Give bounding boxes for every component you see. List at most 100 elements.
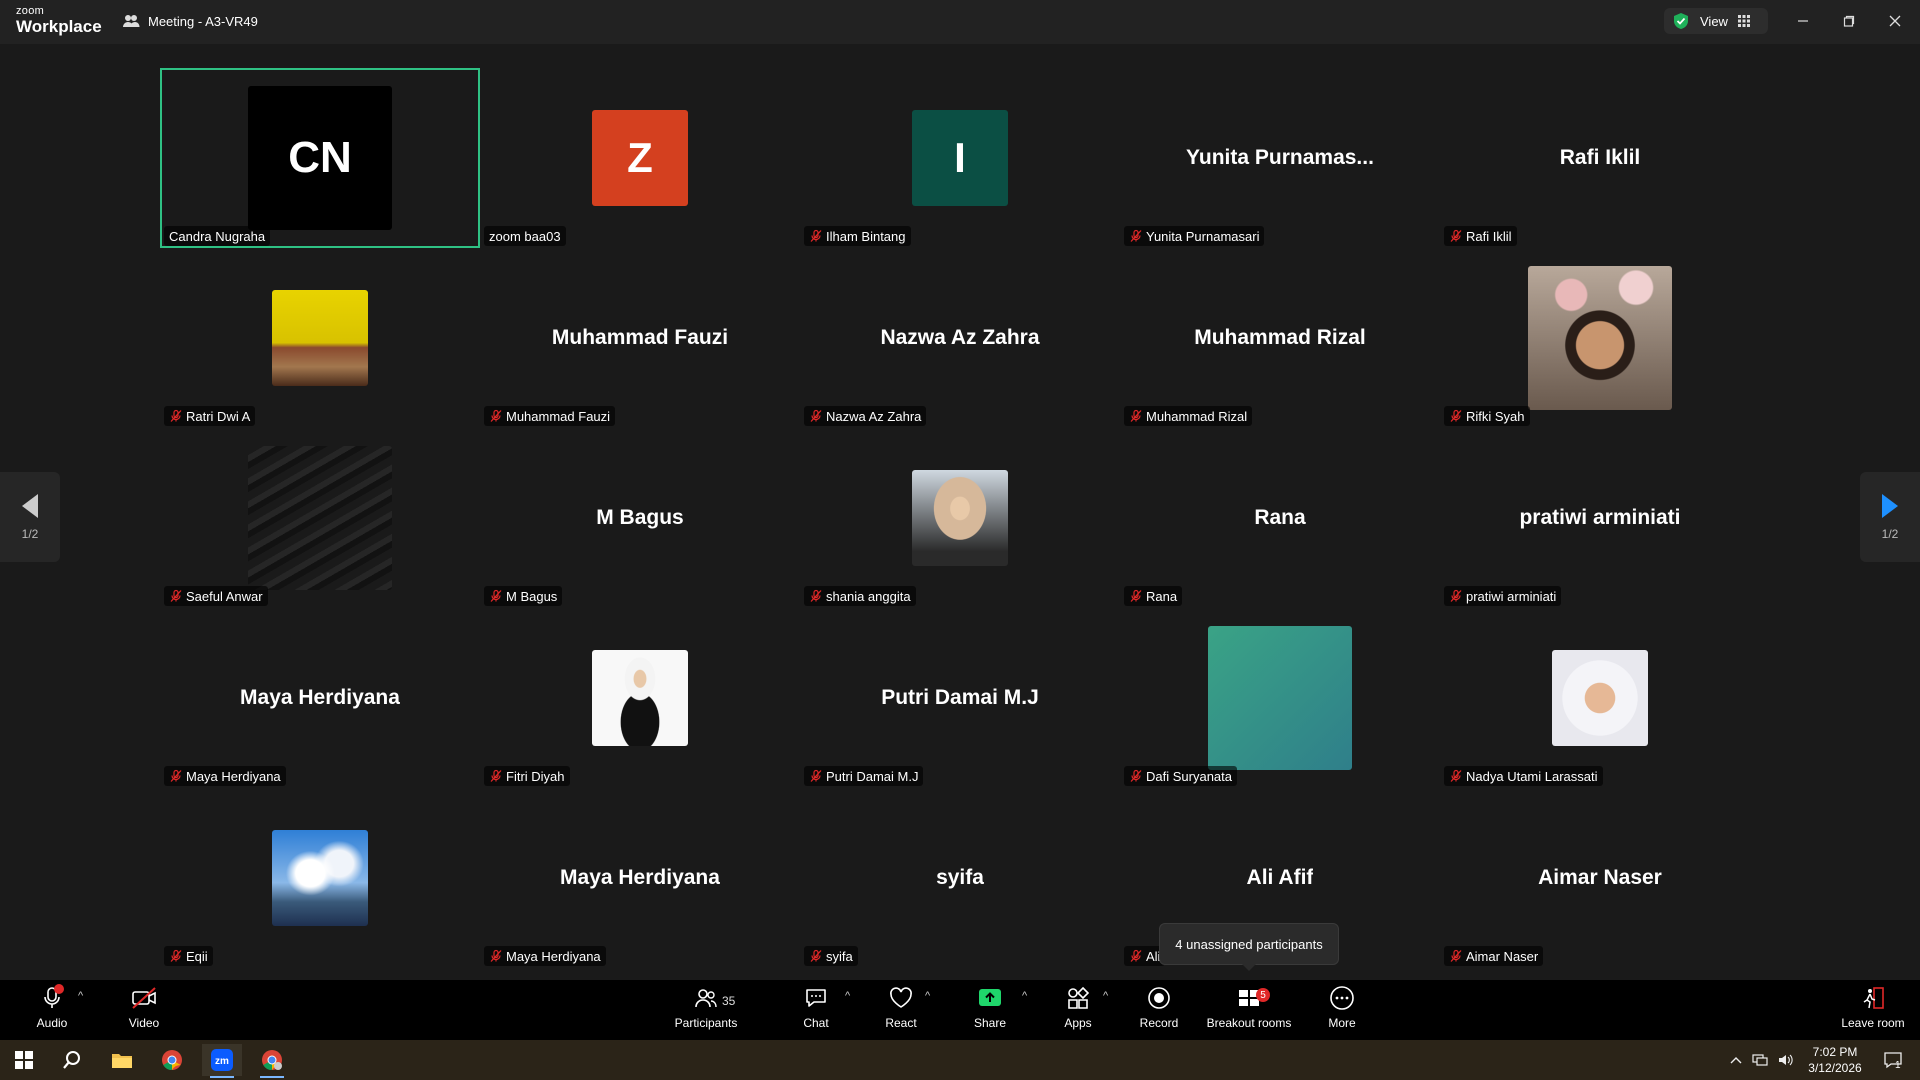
tooltip-text: 4 unassigned participants — [1175, 936, 1323, 952]
participant-tile[interactable]: Maya Herdiyana Maya Herdiyana — [480, 788, 800, 968]
participants-button[interactable]: Participants — [672, 984, 740, 1038]
participant-name: Saeful Anwar — [186, 588, 263, 604]
restore-button[interactable] — [1832, 8, 1866, 34]
participant-tile[interactable]: Zzoom baa03 — [480, 68, 800, 248]
participant-tile[interactable]: Muhammad Fauzi Muhammad Fauzi — [480, 248, 800, 428]
muted-mic-icon — [1130, 949, 1142, 962]
muted-mic-icon — [1450, 409, 1462, 422]
participant-display-name: Putri Damai M.J — [881, 686, 1039, 709]
breakout-rooms-button[interactable]: Breakout rooms — [1202, 984, 1296, 1038]
heart-icon — [890, 987, 912, 1008]
participants-icon — [695, 989, 717, 1008]
network-icon[interactable] — [1752, 1053, 1768, 1067]
leave-room-button[interactable]: Leave room — [1836, 984, 1910, 1038]
participant-tile[interactable]: Eqii — [160, 788, 480, 968]
share-label: Share — [973, 1016, 1007, 1030]
apps-options-caret[interactable]: ^ — [1103, 990, 1108, 1002]
next-page-button[interactable]: 1/2 — [1860, 472, 1920, 562]
more-button[interactable]: More — [1322, 984, 1362, 1038]
participant-display-name: pratiwi arminiati — [1519, 506, 1681, 529]
participant-tile[interactable]: Rifki Syah — [1440, 248, 1760, 428]
participant-tile[interactable]: Rana Rana — [1120, 428, 1440, 608]
meeting-title[interactable]: Meeting - A3-VR49 — [122, 12, 258, 30]
audio-label: Audio — [36, 1016, 68, 1030]
participant-tile[interactable]: Fitri Diyah — [480, 608, 800, 788]
participant-tile[interactable]: Saeful Anwar — [160, 428, 480, 608]
participant-tile[interactable]: CN Candra Nugraha — [160, 68, 480, 248]
participant-name-tag: shania anggita — [804, 586, 916, 606]
participant-display-name: Muhammad Rizal — [1194, 326, 1366, 349]
react-options-caret[interactable]: ^ — [925, 990, 930, 1002]
audio-options-caret[interactable]: ^ — [78, 990, 83, 1002]
participant-tile[interactable]: shania anggita — [800, 428, 1120, 608]
participant-name: Aimar Naser — [1466, 948, 1539, 964]
shield-check-icon — [1674, 13, 1688, 29]
apps-button[interactable]: Apps — [1058, 984, 1098, 1038]
close-button[interactable] — [1878, 8, 1912, 34]
tile-content: Rana — [1120, 428, 1440, 608]
participant-name: Rafi Iklil — [1466, 228, 1512, 244]
page-indicator-left: 1/2 — [21, 527, 39, 541]
participant-tile[interactable]: pratiwi arminiati pratiwi arminiati — [1440, 428, 1760, 608]
apps-label: Apps — [1064, 1016, 1092, 1030]
chrome-profile-button[interactable] — [252, 1044, 292, 1078]
participant-tile[interactable]: Nazwa Az Zahra Nazwa Az Zahra — [800, 248, 1120, 428]
participant-tile[interactable]: Rafi Iklil Rafi Iklil — [1440, 68, 1760, 248]
muted-mic-icon — [1450, 589, 1462, 602]
search-taskbar-button[interactable] — [52, 1044, 92, 1076]
participant-tile[interactable]: Maya Herdiyana Maya Herdiyana — [160, 608, 480, 788]
video-label: Video — [128, 1016, 160, 1030]
participant-tile[interactable]: Nadya Utami Larassati — [1440, 608, 1760, 788]
notification-center-button[interactable]: 1 — [1880, 1048, 1906, 1072]
participant-tile[interactable]: M Bagus M Bagus — [480, 428, 800, 608]
video-button[interactable]: Video — [124, 984, 164, 1038]
people-icon — [123, 15, 140, 27]
chevron-left-icon — [22, 494, 38, 518]
participant-display-name: Muhammad Fauzi — [551, 326, 729, 349]
muted-mic-icon — [1450, 229, 1462, 242]
video-gallery: CN Candra Nugraha Zzoom baa03 I Ilham Bintan… — [160, 68, 1760, 980]
participant-tile[interactable]: Aimar Naser Aimar Naser — [1440, 788, 1760, 968]
start-button[interactable] — [4, 1044, 44, 1076]
participant-name: pratiwi arminiati — [1466, 588, 1557, 604]
breakout-tooltip: 4 unassigned participants — [1159, 923, 1339, 971]
muted-mic-icon — [1130, 229, 1142, 242]
participant-tile[interactable]: I Ilham Bintang — [800, 68, 1120, 248]
record-icon — [1148, 987, 1170, 1009]
chat-button[interactable]: Chat — [796, 984, 836, 1038]
muted-mic-icon — [1130, 409, 1142, 422]
participant-tile[interactable]: Ratri Dwi A — [160, 248, 480, 428]
taskbar-clock[interactable]: 7:02 PM 3/12/2026 — [1800, 1044, 1870, 1076]
participant-tile[interactable]: Dafi Suryanata — [1120, 608, 1440, 788]
speaker-icon[interactable] — [1778, 1053, 1794, 1067]
participant-tile[interactable]: syifa syifa — [800, 788, 1120, 968]
share-button[interactable]: Share — [970, 984, 1010, 1038]
tile-content: pratiwi arminiati — [1440, 428, 1760, 608]
participant-name-tag: Muhammad Fauzi — [484, 406, 616, 426]
record-button[interactable]: Record — [1138, 984, 1180, 1038]
audio-button[interactable]: Audio — [32, 984, 72, 1038]
participant-tile[interactable]: Muhammad Rizal Muhammad Rizal — [1120, 248, 1440, 428]
participant-photo — [1552, 650, 1648, 746]
microphone-icon — [44, 984, 64, 1008]
more-icon — [1330, 986, 1354, 1010]
participant-tile[interactable]: Putri Damai M.J Putri Damai M.J — [800, 608, 1120, 788]
chrome-button[interactable] — [152, 1044, 192, 1076]
zoom-taskbar-button[interactable]: zm — [202, 1044, 242, 1078]
previous-page-button[interactable]: 1/2 — [0, 472, 60, 562]
participant-name: Muhammad Fauzi — [506, 408, 611, 424]
participant-name-tag: Fitri Diyah — [484, 766, 570, 786]
participant-tile[interactable]: Yunita Purnamas... Yunita Purnamasari — [1120, 68, 1440, 248]
muted-mic-icon — [810, 769, 822, 782]
react-button[interactable]: React — [881, 984, 921, 1038]
file-explorer-button[interactable] — [102, 1044, 142, 1076]
share-options-caret[interactable]: ^ — [1022, 990, 1027, 1002]
participant-name: zoom baa03 — [489, 228, 561, 244]
chat-options-caret[interactable]: ^ — [845, 990, 850, 1002]
grid-icon — [1737, 15, 1750, 27]
chevron-up-icon[interactable] — [1730, 1055, 1742, 1065]
minimize-button[interactable] — [1786, 8, 1820, 34]
view-button[interactable]: View — [1664, 8, 1768, 34]
participant-display-name: Rana — [1254, 506, 1306, 529]
meeting-title-text: Meeting - A3-VR49 — [148, 13, 258, 29]
